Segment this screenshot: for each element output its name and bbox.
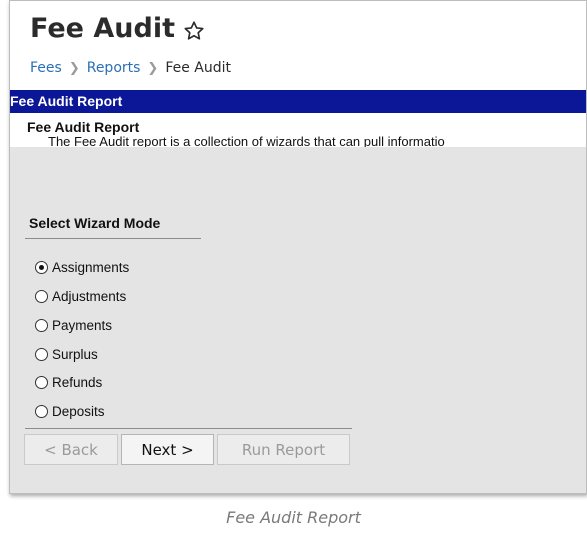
- radio-button[interactable]: [35, 375, 48, 389]
- screenshot-frame: Fee Audit Fees ❯ Reports ❯ Fee Audit Fee…: [9, 0, 587, 494]
- radio-label: Surplus: [52, 346, 98, 362]
- radio-button[interactable]: [35, 289, 48, 303]
- radio-button[interactable]: [35, 404, 48, 418]
- report-banner: Fee Audit Report: [10, 90, 586, 113]
- next-button[interactable]: Next >: [121, 434, 214, 465]
- radio-adjustments[interactable]: Adjustments: [35, 286, 126, 306]
- breadcrumb-current: Fee Audit: [165, 60, 232, 76]
- description-title: Fee Audit Report: [27, 119, 140, 135]
- description-text: The Fee Audit report is a collection of …: [48, 134, 445, 148]
- wizard-mode-label: Select Wizard Mode: [29, 215, 161, 231]
- back-button[interactable]: < Back: [24, 434, 118, 465]
- radio-label: Payments: [52, 317, 113, 333]
- radio-deposits[interactable]: Deposits: [35, 401, 105, 421]
- wizard-panel: Select Wizard Mode Assignments Adjustmen…: [10, 147, 586, 493]
- radio-button[interactable]: [35, 347, 48, 361]
- breadcrumb-fees[interactable]: Fees: [30, 60, 62, 76]
- radio-button-checked[interactable]: [35, 260, 48, 274]
- radio-label: Adjustments: [52, 288, 127, 304]
- radio-assignments[interactable]: Assignments: [35, 257, 129, 277]
- chevron-right-icon: ❯: [147, 60, 159, 76]
- radio-label: Refunds: [52, 374, 103, 390]
- radio-surplus[interactable]: Surplus: [35, 344, 98, 364]
- description-panel-inner: Fee Audit Report The Fee Audit report is…: [10, 113, 586, 148]
- divider: [25, 428, 352, 429]
- page-title: Fee Audit: [30, 13, 175, 44]
- breadcrumb-reports[interactable]: Reports: [87, 60, 141, 76]
- radio-payments[interactable]: Payments: [35, 315, 112, 335]
- breadcrumb: Fees ❯ Reports ❯ Fee Audit: [30, 60, 231, 76]
- radio-label: Assignments: [52, 259, 130, 275]
- run-report-button[interactable]: Run Report: [217, 434, 350, 465]
- radio-button[interactable]: [35, 318, 48, 332]
- image-caption: Fee Audit Report: [226, 508, 361, 527]
- page-title-row: Fee Audit: [30, 13, 205, 44]
- radio-label: Deposits: [52, 403, 105, 419]
- page-header: Fee Audit Fees ❯ Reports ❯ Fee Audit: [10, 1, 586, 89]
- radio-refunds[interactable]: Refunds: [35, 372, 102, 392]
- chevron-right-icon: ❯: [68, 60, 80, 76]
- star-icon[interactable]: [183, 18, 205, 40]
- divider: [25, 238, 201, 239]
